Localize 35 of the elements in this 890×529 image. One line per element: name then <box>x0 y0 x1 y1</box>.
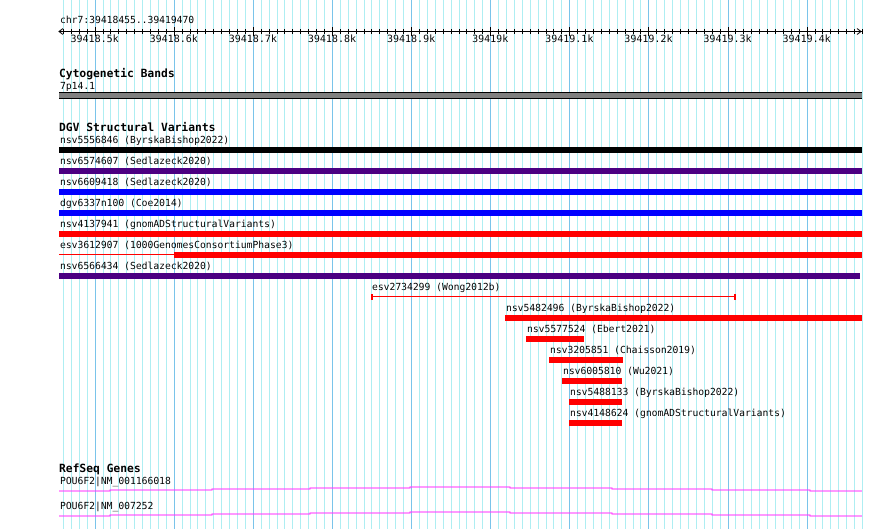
variant-label: dgv6337n100 (Coe2014) <box>60 198 182 210</box>
variant-label: nsv6566434 (Sedlazeck2020) <box>60 261 212 273</box>
variant-interval[interactable] <box>371 294 736 300</box>
ruler-tick-label: 39418.9k <box>386 34 436 46</box>
variant-bar[interactable] <box>59 252 862 258</box>
variant-label: nsv6005810 (Wu2021) <box>563 366 674 378</box>
transcript-line[interactable] <box>59 485 862 493</box>
variant-label: nsv5556846 (ByrskaBishop2022) <box>60 135 230 147</box>
location-label: chr7:39418455..39419470 <box>60 15 194 27</box>
variant-label: nsv6574607 (Sedlazeck2020) <box>60 156 212 168</box>
ruler-tick-label: 39419.2k <box>623 34 674 46</box>
track-title: DGV Structural Variants <box>59 121 216 134</box>
transcript-label: POU6F2|NM_007252 <box>60 501 154 513</box>
ruler-tick-label: 39418.7k <box>228 34 278 46</box>
ruler-tick-label: 39418.5k <box>70 34 120 46</box>
variant-label: nsv5482496 (ByrskaBishop2022) <box>506 303 676 315</box>
track-title: RefSeq Genes <box>59 462 141 475</box>
ruler-tick-label: 39418.6k <box>148 34 199 46</box>
transcript-line[interactable] <box>59 510 862 518</box>
variant-label: nsv5577524 (Ebert2021) <box>527 324 656 336</box>
ruler-tick-label: 39418.8k <box>306 34 358 46</box>
band-label: 7p14.1 <box>60 81 95 93</box>
transcript-label: POU6F2|NM_001166018 <box>60 476 171 488</box>
track-title: Cytogenetic Bands <box>59 67 175 80</box>
ruler-tick-label: 39419.3k <box>702 34 753 46</box>
variant-label: nsv4148624 (gnomADStructuralVariants) <box>570 408 786 420</box>
variant-label: esv3612907 (1000GenomesConsortiumPhase3) <box>60 240 294 252</box>
variant-label: nsv4137941 (gnomADStructuralVariants) <box>60 219 276 231</box>
ruler-tick-label: 39419k <box>471 34 510 46</box>
ruler-tick-label: 39419.4k <box>782 34 832 46</box>
variant-label: nsv3205851 (Chaisson2019) <box>550 345 696 357</box>
ruler-tick-label: 39419.1k <box>544 34 594 46</box>
variant-label: nsv5488133 (ByrskaBishop2022) <box>570 387 740 399</box>
variant-label: nsv6609418 (Sedlazeck2020) <box>60 177 212 189</box>
variant-label: esv2734299 (Wong2012b) <box>372 282 500 294</box>
